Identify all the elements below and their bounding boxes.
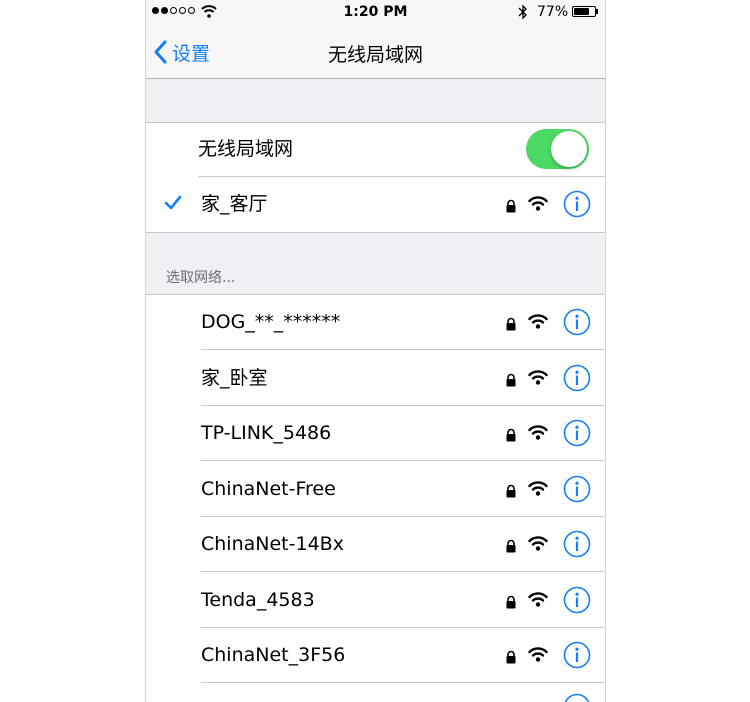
wifi-signal-icon [528,314,548,329]
network-row[interactable]: DOG_**_****** [146,295,605,350]
divider [201,571,605,572]
lock-icon [506,484,516,498]
lock-icon [506,595,516,609]
lock-icon [506,650,516,664]
wifi-signal-icon [528,196,548,211]
network-row[interactable]: TP-LINK_5486 [146,406,605,461]
lock-icon [506,428,516,442]
group-spacer [146,79,605,122]
wifi-signal-icon [528,592,548,607]
toggle-knob [551,131,587,167]
lock-icon [506,373,516,387]
network-row[interactable]: ChinaNet-Free [146,462,605,517]
info-button-icon[interactable] [563,586,591,614]
navigation-bar: 设置 无线局域网 [146,26,605,79]
battery-icon [572,6,596,17]
battery-percent: 77% [537,4,569,20]
wifi-signal-icon [528,536,548,551]
network-row[interactable]: Tenda_4583 [146,573,605,628]
lock-icon [506,539,516,553]
phone-screen: 1:20 PM 77% 设置 无线局域网 无线局域网 家_客厅 选取网络... … [145,0,606,702]
network-name: ChinaNet-Free [201,478,336,500]
info-button-icon[interactable] [563,530,591,558]
connected-network-name: 家_客厅 [201,193,268,215]
divider [201,349,605,350]
bluetooth-icon [518,4,527,20]
wifi-toggle-switch[interactable] [526,129,589,169]
network-name: DOG_**_****** [201,311,341,333]
section-header-label: 选取网络... [166,270,236,286]
wifi-signal-icon [528,370,548,385]
wifi-toggle-label: 无线局域网 [198,138,294,160]
info-button-icon[interactable] [563,190,591,218]
info-button-icon[interactable] [563,693,591,702]
wifi-signal-icon [528,647,548,662]
network-row-partial[interactable] [146,683,605,702]
page-title: 无线局域网 [327,44,423,66]
info-button-icon[interactable] [563,641,591,669]
battery-tip [596,9,598,14]
checkmark-icon [164,195,182,210]
network-row[interactable]: ChinaNet_3F56 [146,628,605,683]
wifi-toggle-row: 无线局域网 [146,123,605,176]
info-button-icon[interactable] [563,419,591,447]
network-row[interactable]: 家_卧室 [146,351,605,406]
section-header-area: 选取网络... [146,233,605,294]
network-name: TP-LINK_5486 [201,422,332,444]
network-name: 家_卧室 [201,367,268,389]
network-row[interactable]: ChinaNet-14Bx [146,517,605,572]
info-button-icon[interactable] [563,475,591,503]
network-name: Tenda_4583 [201,589,315,611]
wifi-signal-icon [528,425,548,440]
status-bar: 1:20 PM 77% [146,0,605,26]
network-name: ChinaNet-14Bx [201,533,344,555]
info-button-icon[interactable] [563,364,591,392]
lock-icon [506,317,516,331]
connected-network-row[interactable]: 家_客厅 [146,177,605,232]
info-button-icon[interactable] [563,308,591,336]
lock-icon [506,199,516,213]
wifi-signal-icon [528,481,548,496]
divider [201,460,605,461]
network-name: ChinaNet_3F56 [201,644,346,666]
